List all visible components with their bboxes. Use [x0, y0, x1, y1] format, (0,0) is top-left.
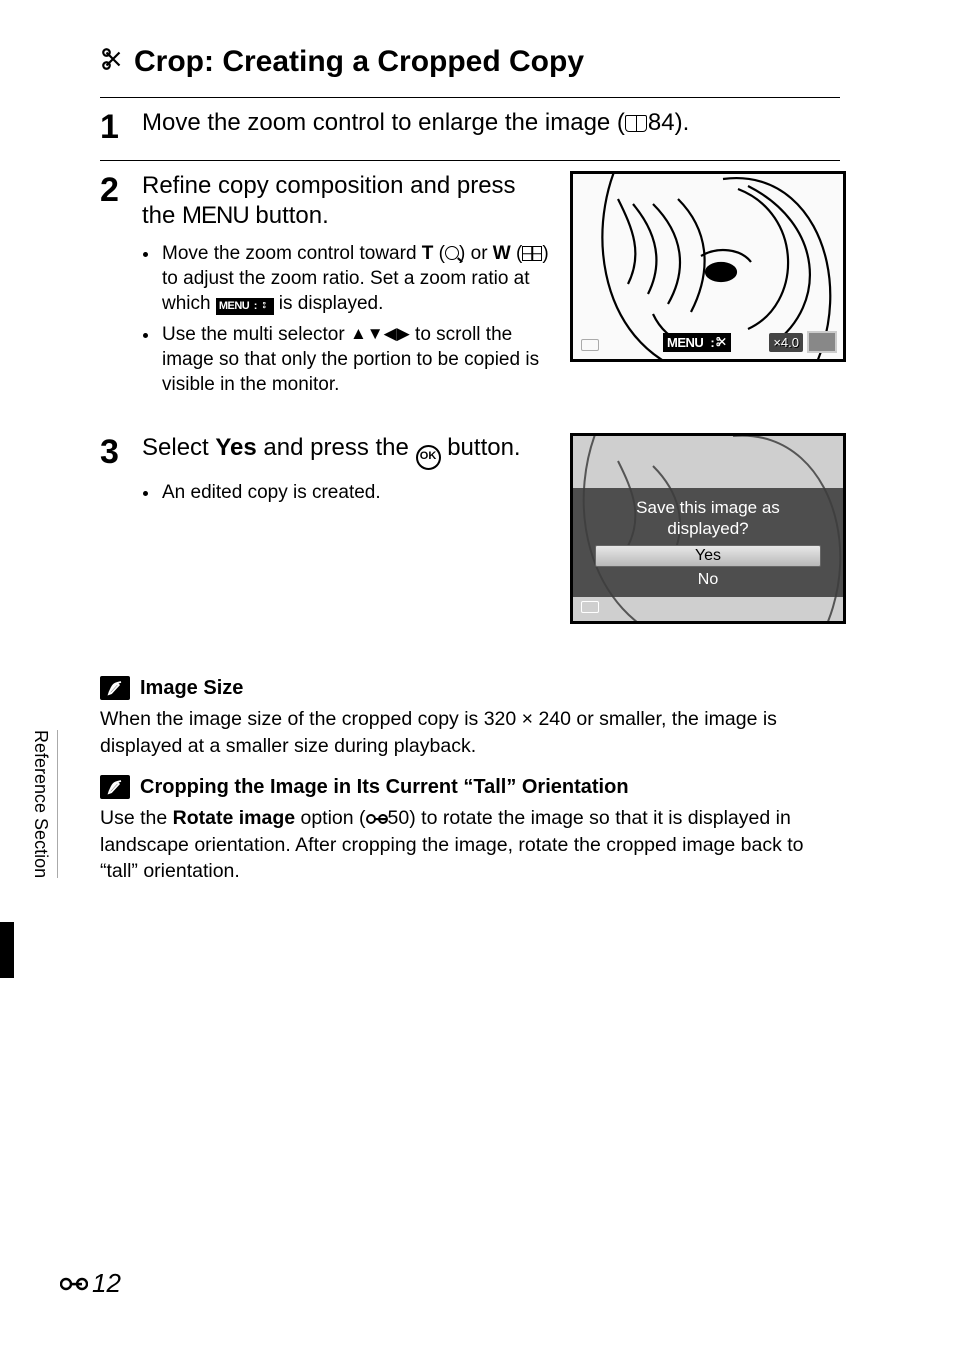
multi-selector-arrows-icon: ▲▼◀▶: [350, 324, 410, 343]
dialog-option-no[interactable]: No: [595, 569, 821, 591]
key-ref-icon: [366, 808, 388, 829]
ok-button-icon: OK: [416, 445, 441, 470]
step-number: 1: [100, 108, 128, 148]
scissors-icon: [100, 46, 126, 79]
note-pencil-icon: [100, 775, 130, 799]
text: Use the: [100, 807, 173, 829]
step-2-bullets: Move the zoom control toward T ( ) or W (…: [142, 241, 552, 397]
menu-label: MENU: [182, 202, 249, 229]
return-icon: [581, 339, 599, 351]
text: Select: [142, 434, 215, 461]
page-number: 12: [92, 1268, 121, 1299]
bullet: An edited copy is created.: [160, 480, 552, 505]
wide-icon: [522, 246, 542, 261]
confirm-dialog: Save this image as displayed? Yes No: [573, 488, 843, 597]
note-tall-orientation: Cropping the Image in Its Current “Tall”…: [100, 775, 840, 884]
zoom-badge: ×4.0: [769, 331, 837, 353]
text: button.: [249, 202, 329, 229]
w-label: W: [493, 243, 511, 264]
steps-list: 1 Move the zoom control to enlarge the i…: [100, 97, 840, 636]
note-title: Image Size: [140, 677, 243, 700]
note-title: Cropping the Image in Its Current “Tall”…: [140, 776, 629, 799]
text: ).: [675, 109, 690, 136]
text: Move the zoom control to enlarge the ima…: [142, 109, 625, 136]
bullet: Move the zoom control toward T ( ) or W (…: [160, 241, 552, 316]
zoom-level: ×4.0: [769, 333, 803, 352]
text: Use the multi selector: [162, 324, 350, 345]
step-3: 3 Select Yes and press the OK button. An…: [100, 415, 840, 636]
text: (: [433, 243, 445, 264]
text: button.: [441, 434, 521, 461]
page-title: Crop: Creating a Cropped Copy: [100, 45, 840, 79]
step-1-headline: Move the zoom control to enlarge the ima…: [142, 108, 840, 138]
navigator-thumb: [807, 331, 837, 353]
step-2-headline: Refine copy composition and press the ME…: [142, 171, 552, 231]
book-icon: [625, 115, 647, 132]
bullet: Use the multi selector ▲▼◀▶ to scroll th…: [160, 322, 552, 397]
note-body: When the image size of the cropped copy …: [100, 706, 840, 759]
step-number: 3: [100, 433, 128, 624]
menu-chip-icon: MENU :: [216, 298, 274, 315]
note-body: Use the Rotate image option (50) to rota…: [100, 805, 840, 884]
yes-label: Yes: [215, 434, 256, 461]
menu-chip-icon: MENU :: [663, 333, 731, 352]
dialog-option-yes[interactable]: Yes: [595, 545, 821, 567]
step-number: 2: [100, 171, 128, 403]
text: is displayed.: [274, 293, 384, 314]
note-image-size: Image Size When the image size of the cr…: [100, 676, 840, 759]
text: and press the: [257, 434, 416, 461]
text: Move the zoom control toward: [162, 243, 422, 264]
text: option (: [295, 807, 365, 829]
dialog-question: Save this image as displayed?: [573, 498, 843, 539]
side-tab: Reference Section: [30, 730, 58, 878]
page-title-text: Crop: Creating a Cropped Copy: [134, 45, 584, 79]
text: ) or: [459, 243, 493, 264]
magnify-in-icon: [445, 246, 459, 260]
save-dialog-illustration: Save this image as displayed? Yes No: [570, 433, 846, 624]
step-1: 1 Move the zoom control to enlarge the i…: [100, 98, 840, 161]
section-ref-icon: [60, 1272, 88, 1298]
step-3-bullets: An edited copy is created.: [142, 480, 552, 505]
step-2: 2 Refine copy composition and press the …: [100, 161, 840, 415]
page-footer: 12: [60, 1268, 121, 1299]
crop-preview-illustration: MENU : ×4.0: [570, 171, 846, 362]
page-ref: 84: [648, 109, 675, 136]
text: (: [511, 243, 523, 264]
menu-scissors-badge: MENU :: [663, 329, 731, 353]
step-3-headline: Select Yes and press the OK button.: [142, 433, 552, 469]
page-ref: 50: [388, 807, 410, 829]
t-label: T: [422, 243, 434, 264]
return-icon: [581, 601, 599, 613]
rotate-image-label: Rotate image: [173, 807, 295, 829]
side-thumb-marker: [0, 922, 14, 978]
note-pencil-icon: [100, 676, 130, 700]
